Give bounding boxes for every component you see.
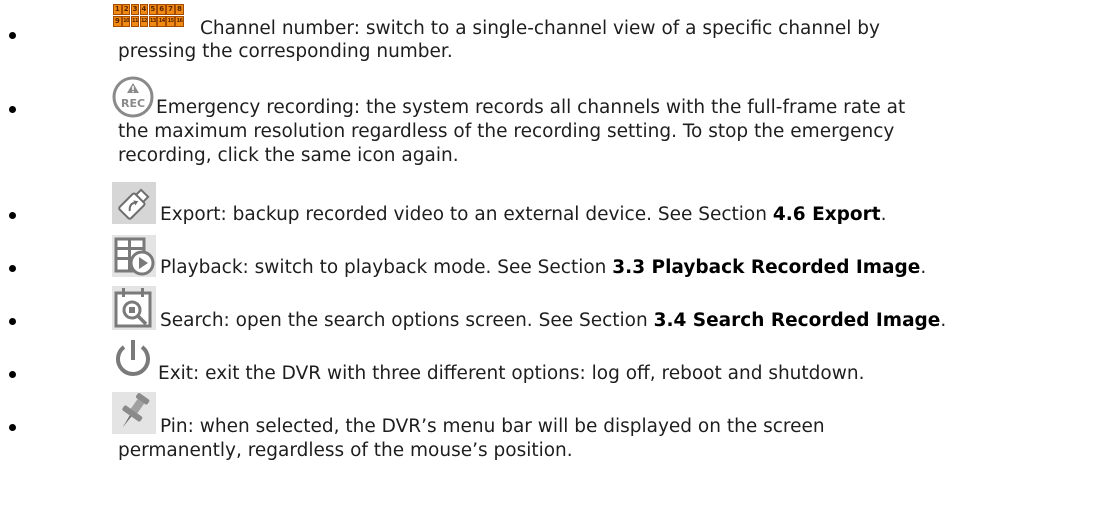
- section-link-export[interactable]: 4.6 Export: [773, 204, 881, 225]
- bullet: [9, 32, 16, 39]
- channel-button-1[interactable]: 1: [113, 4, 122, 15]
- item-text-main: Search: open the search options screen. …: [160, 310, 654, 331]
- item-text: Exit: exit the DVR with three different …: [158, 363, 865, 384]
- playback-icon: [112, 235, 156, 284]
- export-usb-icon: [112, 182, 156, 231]
- bullet: [9, 424, 16, 431]
- channel-button-13[interactable]: 13: [148, 16, 158, 27]
- item-text: permanently, regardless of the mouse’s p…: [118, 440, 573, 461]
- document-page: 1 2 3 4 5 6 7 8 9 10 11 12 13 14 15 16 Channel number: …: [0, 0, 1107, 512]
- svg-text:REC: REC: [121, 97, 145, 110]
- channel-button-7[interactable]: 7: [166, 4, 175, 15]
- channel-number-icon: 1 2 3 4 5 6 7 8 9 10 11 12 13 14 15 16: [113, 4, 184, 27]
- item-text: Playback: switch to playback mode. See S…: [160, 256, 1100, 280]
- channel-button-11[interactable]: 11: [130, 16, 140, 27]
- item-text: Emergency recording: the system records …: [156, 97, 906, 118]
- channel-button-5[interactable]: 5: [148, 4, 158, 15]
- power-icon: [112, 338, 154, 389]
- channel-button-15[interactable]: 15: [166, 16, 175, 27]
- item-text: Pin: when selected, the DVR’s menu bar w…: [160, 416, 825, 437]
- channel-button-4[interactable]: 4: [139, 4, 149, 15]
- channel-button-2[interactable]: 2: [121, 4, 131, 15]
- item-text: the maximum resolution regardless of the…: [118, 121, 895, 142]
- search-calendar-icon: [112, 286, 156, 337]
- pin-icon: [112, 392, 156, 441]
- item-text-end: .: [880, 204, 887, 225]
- bullet: [9, 106, 16, 113]
- section-link-search[interactable]: 3.4 Search Recorded Image: [654, 310, 941, 331]
- channel-button-10[interactable]: 10: [121, 16, 131, 27]
- item-text-main: Export: backup recorded video to an exte…: [160, 204, 773, 225]
- channel-button-9[interactable]: 9: [113, 16, 122, 27]
- item-text: Channel number: switch to a single-chann…: [200, 18, 880, 39]
- item-text-main: Playback: switch to playback mode. See S…: [160, 257, 613, 278]
- channel-button-12[interactable]: 12: [139, 16, 149, 27]
- bullet: [9, 318, 16, 325]
- channel-button-16[interactable]: 16: [175, 16, 184, 27]
- item-text: Export: backup recorded video to an exte…: [160, 203, 1100, 227]
- item-text: Search: open the search options screen. …: [160, 309, 1100, 333]
- bullet: [9, 371, 16, 378]
- item-text: recording, click the same icon again.: [118, 145, 459, 166]
- bullet: [9, 265, 16, 272]
- item-text-end: .: [940, 310, 947, 331]
- channel-button-14[interactable]: 14: [157, 16, 166, 27]
- item-text: pressing the corresponding number.: [118, 41, 453, 62]
- bullet: [9, 212, 16, 219]
- section-link-playback[interactable]: 3.3 Playback Recorded Image: [612, 257, 920, 278]
- channel-button-8[interactable]: 8: [175, 4, 184, 15]
- channel-button-6[interactable]: 6: [157, 4, 166, 15]
- item-text-end: .: [920, 257, 927, 278]
- channel-button-3[interactable]: 3: [130, 4, 140, 15]
- emergency-record-icon: REC: [112, 76, 154, 125]
